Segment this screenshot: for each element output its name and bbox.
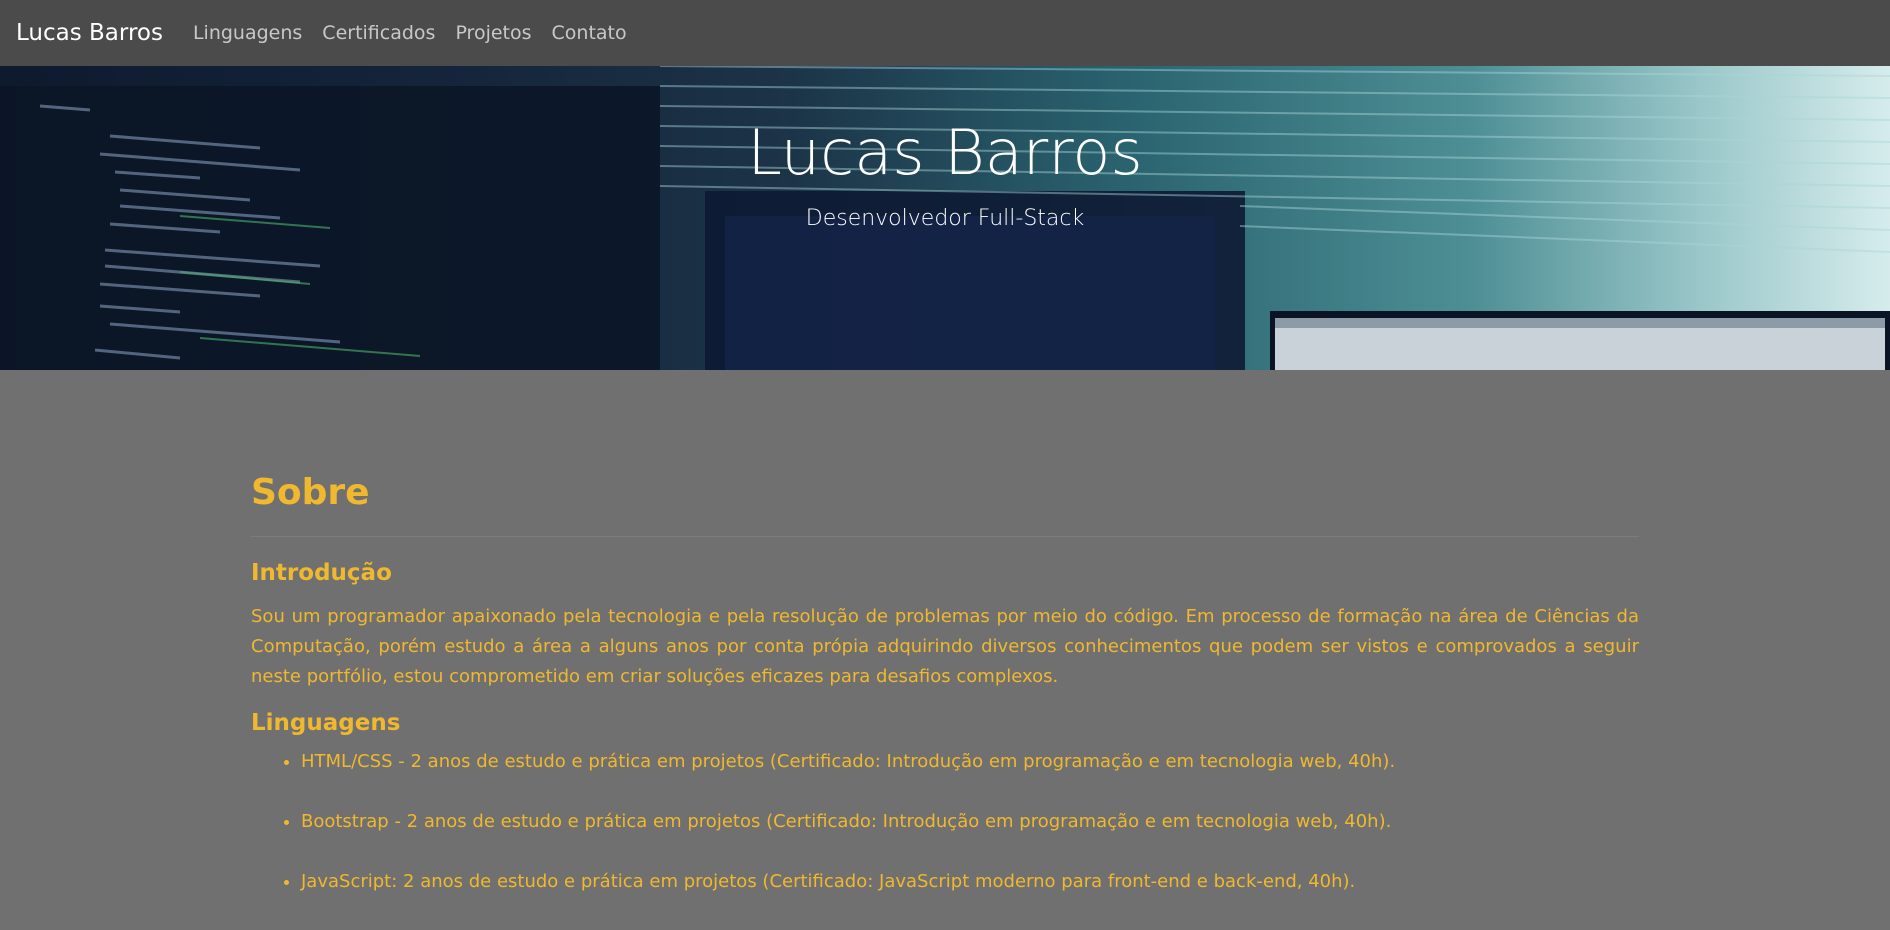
nav-link-linguagens[interactable]: Linguagens: [193, 22, 302, 44]
list-item: JavaScript: 2 anos de estudo e prática e…: [301, 870, 1395, 894]
nav-link-projetos[interactable]: Projetos: [455, 22, 531, 44]
section-title-sobre: Sobre: [251, 472, 370, 513]
intro-heading: Introdução: [251, 560, 392, 586]
hero-banner: Lucas Barros Desenvolvedor Full-Stack: [0, 66, 1890, 370]
top-navbar: Lucas Barros Linguagens Certificados Pro…: [0, 0, 1890, 66]
hero-subtitle: Desenvolvedor Full-Stack: [805, 206, 1085, 231]
section-divider: [251, 536, 1639, 537]
hero-title: Lucas Barros: [747, 116, 1143, 189]
list-item: HTML/CSS - 2 anos de estudo e prática em…: [301, 750, 1395, 774]
nav-link-certificados[interactable]: Certificados: [322, 22, 435, 44]
intro-paragraph: Sou um programador apaixonado pela tecno…: [251, 606, 1639, 687]
languages-heading: Linguagens: [251, 710, 401, 736]
brand-link[interactable]: Lucas Barros: [16, 20, 163, 46]
languages-list: HTML/CSS - 2 anos de estudo e prática em…: [251, 750, 1395, 930]
list-item: Bootstrap - 2 anos de estudo e prática e…: [301, 810, 1395, 834]
nav-link-contato[interactable]: Contato: [552, 22, 627, 44]
